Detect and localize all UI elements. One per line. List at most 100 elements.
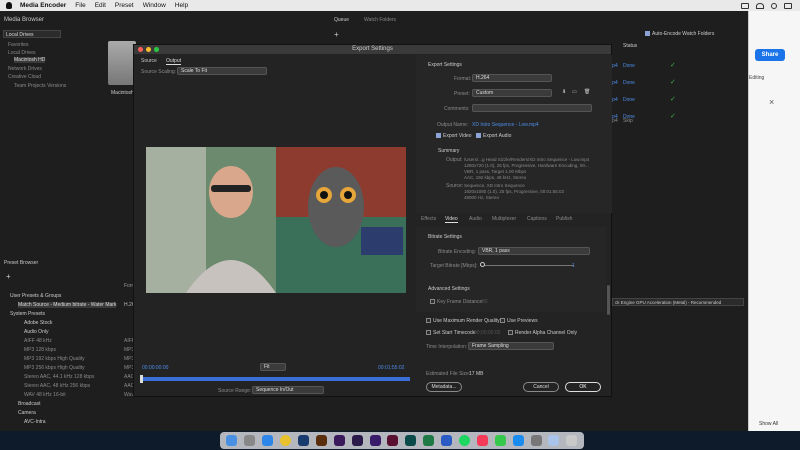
cancel-button[interactable]: Cancel: [523, 382, 559, 392]
metadata-button[interactable]: Metadata...: [426, 382, 462, 392]
ok-button[interactable]: OK: [565, 382, 601, 392]
delete-preset-icon[interactable]: 🗑: [584, 89, 590, 95]
search-icon[interactable]: [771, 2, 777, 9]
preset-item[interactable]: MP3 256 kbps High Quality: [24, 365, 85, 371]
playhead[interactable]: [140, 375, 143, 383]
add-source-icon[interactable]: +: [334, 30, 339, 39]
tree-team-projects[interactable]: Team Projects Versions: [14, 83, 66, 89]
tab-video[interactable]: Video: [445, 216, 458, 223]
target-bitrate-slider[interactable]: [480, 265, 574, 266]
preset-group[interactable]: User Presets & Groups: [10, 293, 61, 299]
set-start-timecode-value[interactable]: 00;00;00;00: [474, 330, 500, 336]
media-encoder-icon[interactable]: [351, 435, 363, 446]
bitrate-header[interactable]: Bitrate Settings: [428, 234, 462, 240]
add-preset-icon[interactable]: +: [6, 272, 11, 281]
illustrator-icon[interactable]: [315, 435, 327, 446]
indesign-icon[interactable]: [387, 435, 399, 446]
preset-folder[interactable]: Broadcast: [18, 401, 41, 407]
menu-window[interactable]: Window: [143, 2, 166, 9]
media-browser-title[interactable]: Media Browser: [4, 17, 44, 23]
use-previews-checkbox[interactable]: [500, 318, 505, 323]
source-scaling-dropdown[interactable]: Scale To Fit: [177, 67, 267, 75]
menu-edit[interactable]: Edit: [95, 2, 106, 9]
photoshop-icon[interactable]: [298, 435, 309, 446]
key-frame-value[interactable]: 60: [482, 299, 488, 305]
export-audio-checkbox[interactable]: [476, 133, 481, 138]
premiere-icon[interactable]: [369, 435, 381, 446]
timecode-start[interactable]: 00:00:00:00: [142, 365, 168, 371]
bitrate-encoding-dropdown[interactable]: VBR, 1 pass: [478, 247, 590, 255]
key-frame-checkbox[interactable]: [430, 299, 435, 304]
excel-icon[interactable]: [423, 435, 435, 446]
tree-macintosh-hd[interactable]: Macintosh HD: [14, 57, 46, 63]
preset-item[interactable]: MP3 128 kbps: [24, 347, 56, 353]
menu-preset[interactable]: Preset: [115, 2, 134, 9]
time-interpolation-dropdown[interactable]: Frame Sampling: [468, 342, 554, 350]
chrome-icon[interactable]: [280, 435, 292, 446]
location-dropdown[interactable]: Local Drives: [3, 30, 61, 38]
preset-item[interactable]: Stereo AAC, 48 kHz 256 kbps: [24, 383, 90, 389]
after-effects-icon[interactable]: [333, 435, 345, 446]
tab-audio[interactable]: Audio: [469, 216, 482, 222]
system-preferences-icon[interactable]: [530, 435, 542, 446]
preset-group[interactable]: System Presets: [10, 311, 45, 317]
preset-browser-title[interactable]: Preset Browser: [4, 260, 38, 266]
preset-item[interactable]: Stereo AAC, 44.1 kHz 128 kbps: [24, 374, 94, 380]
source-range-dropdown[interactable]: Sequence In/Out: [252, 386, 324, 394]
apple-icon[interactable]: [6, 2, 12, 9]
tab-effects[interactable]: Effects: [421, 216, 436, 222]
zoom-window-icon[interactable]: [154, 47, 159, 52]
render-alpha-checkbox[interactable]: [508, 330, 513, 335]
preset-dropdown[interactable]: Custom: [472, 89, 552, 97]
output-name-link[interactable]: XD Intro Sequence - Low.mp4: [472, 122, 539, 128]
preset-folder[interactable]: Camera: [18, 410, 36, 416]
finder-icon[interactable]: [226, 435, 238, 446]
tree-network-drives[interactable]: Network Drives: [8, 66, 42, 72]
preset-folder[interactable]: AVC-Intra: [24, 419, 46, 425]
battery-icon[interactable]: [741, 2, 749, 9]
show-all-link[interactable]: Show All: [759, 421, 778, 427]
tab-captions[interactable]: Captions: [527, 216, 547, 222]
advanced-header[interactable]: Advanced Settings: [428, 286, 470, 292]
format-dropdown[interactable]: H.264: [472, 74, 552, 82]
drive-icon[interactable]: [108, 41, 136, 85]
summary-header[interactable]: Summary: [438, 148, 459, 154]
safari-icon[interactable]: [262, 435, 274, 446]
share-button[interactable]: Share: [755, 49, 785, 61]
minimize-window-icon[interactable]: [146, 47, 151, 52]
export-settings-header[interactable]: Export Settings: [428, 62, 462, 68]
wifi-icon[interactable]: [756, 2, 764, 9]
target-bitrate-thumb[interactable]: [480, 262, 485, 267]
preset-item[interactable]: WAV 48 kHz 16-bit: [24, 392, 66, 398]
preset-item[interactable]: Match Source - Medium bitrate - Water Ma…: [18, 302, 117, 308]
menu-file[interactable]: File: [75, 2, 85, 9]
import-preset-icon[interactable]: ▭: [572, 89, 577, 95]
tree-creative-cloud[interactable]: Creative Cloud: [8, 74, 41, 80]
preset-item[interactable]: MP3 192 kbps High Quality: [24, 356, 85, 362]
auto-encode-checkbox[interactable]: [645, 31, 650, 36]
music-icon[interactable]: [476, 435, 488, 446]
control-center-icon[interactable]: [784, 2, 792, 9]
tab-publish[interactable]: Publish: [556, 216, 572, 222]
editing-label[interactable]: Editing: [749, 75, 764, 81]
tab-watch-folders[interactable]: Watch Folders: [364, 17, 396, 23]
renderer-dropdown[interactable]: ck Engine GPU Acceleration (Metal) - Rec…: [612, 298, 744, 306]
export-video-checkbox[interactable]: [436, 133, 441, 138]
trash-icon[interactable]: [566, 435, 578, 446]
tree-favorites[interactable]: Favorites: [8, 42, 29, 48]
tab-source[interactable]: Source: [141, 58, 157, 64]
menu-help[interactable]: Help: [175, 2, 188, 9]
launchpad-icon[interactable]: [244, 435, 256, 446]
tree-local-drives[interactable]: Local Drives: [8, 50, 36, 56]
target-bitrate-value[interactable]: 1: [572, 263, 575, 269]
tab-multiplexer[interactable]: Multiplexer: [492, 216, 516, 222]
app-store-icon[interactable]: [512, 435, 524, 446]
spotify-icon[interactable]: [459, 435, 471, 446]
audition-icon[interactable]: [405, 435, 417, 446]
preset-folder[interactable]: Audio Only: [24, 329, 48, 335]
timeline-range-bar[interactable]: [140, 377, 410, 381]
comments-input[interactable]: [472, 104, 592, 112]
close-icon[interactable]: ×: [769, 97, 774, 107]
fit-dropdown[interactable]: Fit: [260, 363, 286, 371]
tab-output[interactable]: Output: [166, 58, 182, 65]
